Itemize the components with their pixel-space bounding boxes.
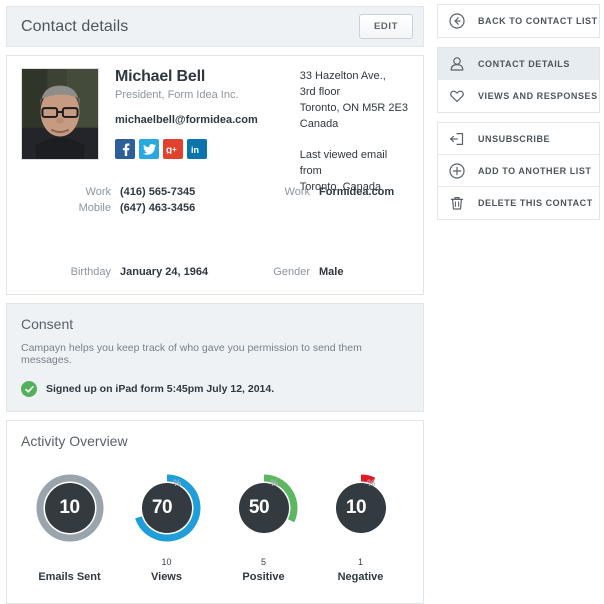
activity-card: Activity Overview 100Emails Sent70% 10 Vie…: [6, 420, 424, 604]
address-line-1: 33 Hazelton Ave.,: [299, 70, 386, 82]
field-label: Work: [284, 186, 310, 198]
sidebar-item-views-and-responses[interactable]: VIEWS AND RESPONSES: [438, 80, 599, 112]
address-line-4: Canada: [299, 118, 339, 130]
donut-count: 10: [161, 557, 172, 567]
sidebar-item-add-to-another-list[interactable]: ADD TO ANOTHER LIST: [438, 155, 599, 187]
logout-icon: [449, 131, 471, 147]
donut-label: Emails Sent: [38, 571, 101, 583]
consent-description: Campayn helps you keep track of who gave…: [21, 342, 362, 366]
edit-button[interactable]: EDIT: [358, 14, 413, 39]
sidebar-group-2: CONTACT DETAILS VIEWS AND RESPONSES: [437, 47, 600, 113]
last-viewed-line-1: Last viewed email from: [299, 149, 388, 177]
trash-icon: [449, 195, 471, 211]
consent-card: Consent Campayn helps you keep track of …: [6, 303, 424, 412]
gender-column: Gender Male: [255, 264, 343, 280]
contact-email: michaelbell@formidea.com: [115, 114, 258, 126]
main-column: Contact details EDIT Michael Bell Presid…: [6, 6, 424, 604]
donut-positive: 50% 5 Positive: [215, 471, 312, 583]
sidebar: BACK TO CONTACT LIST CONTACT DETAILS VIEWS…: [437, 4, 600, 229]
website-column: Work Formidea.com: [255, 184, 395, 216]
heart-icon: [449, 88, 471, 104]
field-gender: Gender Male: [255, 264, 343, 280]
donut-label: Positive: [242, 571, 285, 583]
sidebar-item-label: CONTACT DETAILS: [478, 58, 570, 69]
donut-chart: 10: [33, 471, 107, 545]
google-plus-icon[interactable]: g +: [163, 139, 183, 159]
sidebar-item-label: DELETE THIS CONTACT: [478, 198, 593, 208]
sidebar-item-label: BACK TO CONTACT LIST: [478, 16, 598, 26]
field-value: Formidea.com: [319, 186, 395, 198]
consent-title: Consent: [21, 316, 74, 332]
sidebar-item-back-to-contact-list[interactable]: BACK TO CONTACT LIST: [438, 5, 599, 37]
address-line-2: 3rd floor: [299, 86, 341, 98]
address-line-3: Toronto, ON M5R 2E3: [299, 102, 408, 114]
donut-label: Negative: [337, 571, 384, 583]
avatar: [21, 68, 99, 160]
birthday-column: Birthday January 24, 1964: [21, 264, 255, 280]
linkedin-icon[interactable]: in: [187, 139, 207, 159]
activity-donuts: 100Emails Sent70%10Views50%5Positive10%1…: [21, 471, 409, 583]
person-icon: [449, 56, 471, 72]
donut-chart: 70%: [130, 471, 204, 545]
contact-name: Michael Bell: [115, 68, 206, 85]
sidebar-item-contact-details[interactable]: CONTACT DETAILS: [438, 48, 599, 80]
donut-label: Views: [151, 571, 182, 583]
field-value: (647) 463-3456: [120, 202, 196, 214]
contact-job-title: President, Form Idea Inc.: [115, 89, 239, 101]
field-label: Gender: [273, 266, 310, 278]
donut-chart: 10%: [324, 471, 398, 545]
activity-title: Activity Overview: [21, 433, 128, 449]
consent-status: Signed up on iPad form 5:45pm July 12, 2…: [46, 383, 275, 395]
phone-web-row: Work (416) 565-7345 Mobile (647) 463-345…: [21, 184, 409, 216]
page-title: Contact details: [21, 17, 129, 35]
field-value: Male: [319, 266, 344, 278]
svg-text:in: in: [191, 145, 199, 154]
sidebar-item-label: ADD TO ANOTHER LIST: [478, 165, 592, 176]
sidebar-item-unsubscribe[interactable]: UNSUBSCRIBE: [438, 123, 599, 155]
sidebar-group-3: UNSUBSCRIBE ADD TO ANOTHER LIST DELETE THI…: [437, 122, 600, 220]
field-birthday: Birthday January 24, 1964: [21, 264, 255, 280]
consent-status-row: Signed up on iPad form 5:45pm July 12, 2…: [21, 381, 409, 397]
plus-circle-icon: [449, 162, 471, 179]
arrow-left-circle-icon: [449, 13, 471, 29]
field-label: Birthday: [70, 266, 111, 278]
donut-emails-sent: 100Emails Sent: [21, 471, 118, 583]
donut-chart: 50%: [227, 471, 301, 545]
field-phone-work: Work (416) 565-7345: [21, 184, 255, 200]
check-icon: [21, 381, 37, 397]
sidebar-group-1: BACK TO CONTACT LIST: [437, 4, 600, 38]
field-label: Mobile: [78, 202, 111, 214]
facebook-icon[interactable]: [115, 139, 135, 159]
twitter-icon[interactable]: [139, 139, 159, 159]
sidebar-item-label: VIEWS AND RESPONSES: [478, 91, 598, 101]
contact-card: Michael Bell President, Form Idea Inc. m…: [6, 55, 424, 295]
contact-address-block: 33 Hazelton Ave., 3rd floor Toronto, ON …: [300, 68, 409, 195]
contact-identity: Michael Bell President, Form Idea Inc. m…: [115, 68, 290, 195]
social-links: g + in: [115, 139, 290, 159]
contact-summary: Michael Bell President, Form Idea Inc. m…: [21, 68, 409, 195]
field-label: Work: [85, 186, 111, 198]
contact-fields: Work (416) 565-7345 Mobile (647) 463-345…: [21, 184, 409, 280]
contact-details-page: Contact details EDIT Michael Bell Presid…: [0, 0, 604, 604]
page-header: Contact details EDIT: [6, 6, 424, 47]
donut-count: 5: [260, 557, 266, 567]
svg-text:+: +: [172, 145, 177, 154]
donut-views: 70% 10 Views: [118, 471, 215, 583]
field-phone-mobile: Mobile (647) 463-3456: [21, 200, 255, 216]
donut-negative: 10% 1 Negative: [312, 471, 409, 583]
field-web-work: Work Formidea.com: [255, 184, 395, 200]
sidebar-item-delete-this-contact[interactable]: DELETE THIS CONTACT: [438, 187, 599, 219]
donut-count: 1: [357, 557, 363, 567]
sidebar-item-label: UNSUBSCRIBE: [478, 133, 551, 144]
field-value: (416) 565-7345: [120, 186, 196, 198]
field-value: January 24, 1964: [120, 266, 209, 278]
phone-column: Work (416) 565-7345 Mobile (647) 463-345…: [21, 184, 255, 216]
birthday-gender-row: Birthday January 24, 1964 Gender Male: [21, 264, 409, 280]
